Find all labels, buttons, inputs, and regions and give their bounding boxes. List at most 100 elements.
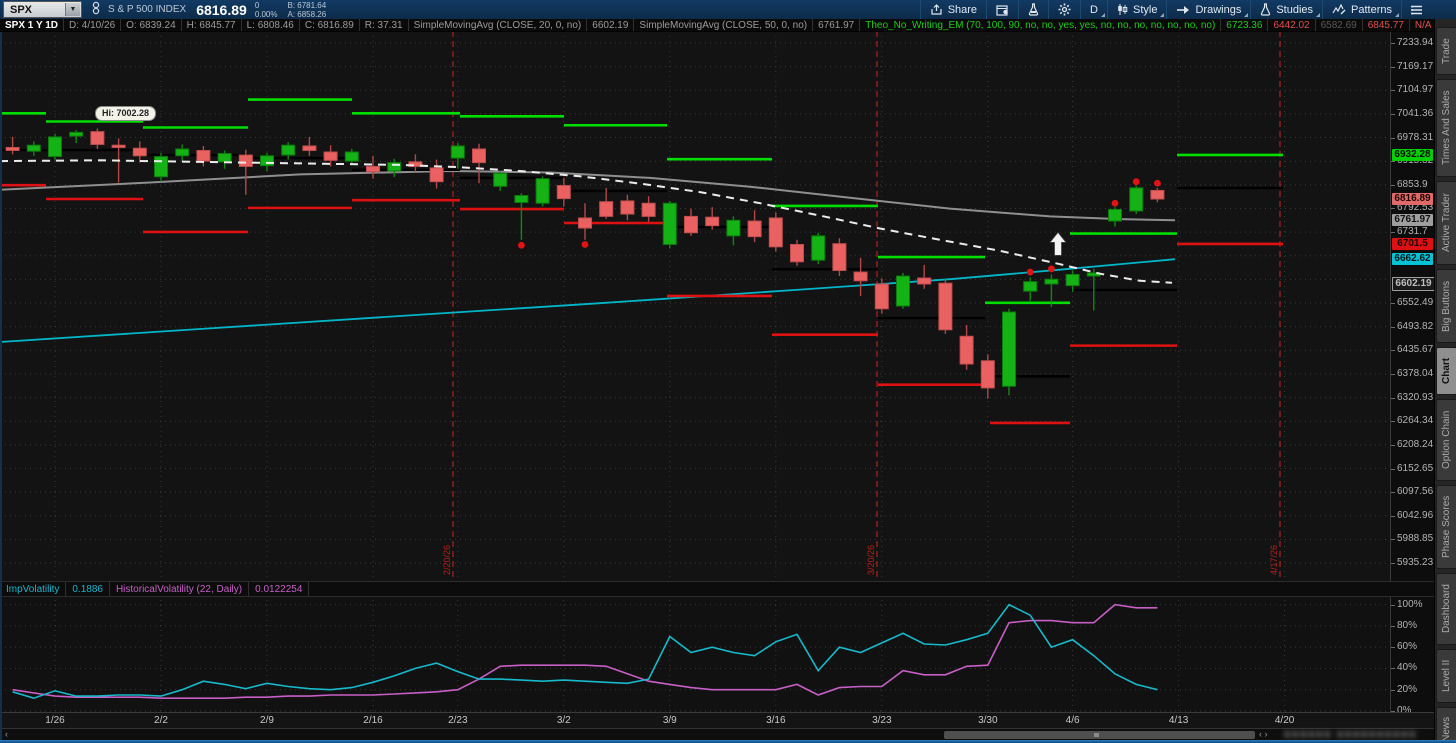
date-axis-label: 3/23: [872, 715, 892, 726]
toolbar-button-drawings[interactable]: Drawings: [1166, 0, 1250, 19]
price-axis-label: 6320.93: [1397, 391, 1434, 403]
volatility-axis-tick: [1391, 668, 1395, 670]
signal-dot: [1048, 265, 1055, 273]
candle: [450, 145, 465, 159]
price-axis-label: 6853.9: [1397, 178, 1428, 190]
volatility-axis-tick: [1391, 689, 1395, 691]
signal-dot: [1154, 179, 1161, 187]
toolbar-button-style[interactable]: Style: [1107, 0, 1166, 19]
tab-big-buttons[interactable]: Big Buttons: [1436, 269, 1456, 343]
toolbar-button-d[interactable]: D: [1080, 0, 1107, 19]
price-axis-label: 6493.82: [1397, 320, 1434, 332]
tab-option-chain[interactable]: Option Chain: [1436, 399, 1456, 481]
toolbar-button-label: Studies: [1276, 3, 1314, 16]
toolbar-button-gear-icon[interactable]: [1048, 0, 1080, 19]
candle: [641, 202, 656, 217]
price-axis-tick: [1391, 303, 1395, 305]
drawings-icon: [1176, 5, 1190, 15]
price-axis-badge: 6761.97: [1392, 214, 1433, 227]
volatility-chart[interactable]: [0, 595, 1390, 712]
candle: [323, 151, 338, 161]
candle: [896, 275, 910, 307]
toolbar-button-calendar-icon[interactable]: [986, 0, 1018, 19]
price-axis-tick: [1391, 161, 1395, 163]
volatility-axis-label: 100%: [1397, 598, 1423, 610]
price-axis-label: 7169.17: [1397, 60, 1434, 72]
study-label[interactable]: HistoricalVolatility (22, Daily): [110, 582, 250, 596]
scrollbar-grip[interactable]: [1094, 733, 1099, 737]
candle: [429, 167, 444, 183]
price-axis[interactable]: 7233.947169.177104.977041.366978.316915.…: [1390, 31, 1435, 728]
price-axis-tick: [1391, 563, 1395, 565]
tab-times-and-sales[interactable]: Times And Sales: [1436, 79, 1456, 177]
price-chart[interactable]: 2/20/26 3/20/26 4/17/26: [0, 31, 1390, 581]
date-axis[interactable]: 1/26 2/2 2/9 2/16 2/23 3/2 3/9 3/16 3/23 3/30 4/6 4…: [0, 712, 1434, 729]
header-value: D: 4/10/26: [64, 19, 122, 31]
candle: [959, 335, 974, 365]
price-axis-tick: [1391, 515, 1395, 517]
symbol-value[interactable]: SPX: [4, 4, 64, 16]
date-axis-label: 1/26: [45, 715, 65, 726]
study-label[interactable]: SimpleMovingAvg (CLOSE, 20, 0, no): [409, 19, 588, 31]
price-axis-label: 6264.34: [1397, 415, 1434, 427]
scrollbar-thumb[interactable]: [944, 731, 1255, 739]
date-axis-label: 3/9: [662, 715, 677, 726]
link-icon[interactable]: [90, 1, 102, 18]
date-axis-label: 4/6: [1065, 715, 1080, 726]
candle: [196, 149, 211, 162]
study-label[interactable]: SimpleMovingAvg (CLOSE, 50, 0, no): [634, 19, 814, 31]
volatility-axis-label: 40%: [1397, 662, 1418, 674]
study-label[interactable]: ImpVolatility: [0, 582, 67, 596]
price-axis-label: 6552.49: [1397, 297, 1434, 309]
toolbar-button-patterns[interactable]: Patterns: [1322, 0, 1401, 19]
style-icon: [1117, 3, 1128, 16]
price-axis-label: 6208.24: [1397, 438, 1434, 450]
toolbar-button-share[interactable]: Share: [919, 0, 986, 19]
top-toolbar: SPX ▼ S & P 500 INDEX 6816.89 0 0.00% B:…: [0, 0, 1456, 19]
candle: [535, 178, 550, 204]
candle: [302, 145, 317, 151]
candle: [578, 217, 592, 229]
candle: [874, 283, 889, 310]
high-annotation-label: Hi: 7002.28: [102, 108, 150, 118]
tab-chart[interactable]: Chart: [1436, 347, 1456, 395]
candle: [26, 144, 41, 152]
price-axis-label: 7233.94: [1397, 37, 1434, 48]
candle: [917, 277, 932, 285]
scroll-arrows-icon[interactable]: ‹ ›: [1259, 729, 1268, 740]
candle: [238, 154, 253, 167]
ask-value: A: 6858.26: [287, 9, 327, 19]
study-label[interactable]: Theo_No_Writing_EM (70, 100, 90, no, no,…: [860, 19, 1222, 31]
tab-trade[interactable]: Trade: [1436, 27, 1456, 75]
gadget-tab-strip: Trade Times And Sales Active Trader Big But…: [1434, 19, 1456, 743]
tab-level-ii[interactable]: Level II: [1436, 649, 1456, 703]
tab-phase-scores[interactable]: Phase Scores: [1436, 485, 1456, 569]
date-axis-label: 2/9: [260, 715, 274, 726]
header-value: H: 6845.77: [182, 19, 242, 31]
tab-dashboard[interactable]: Dashboard: [1436, 573, 1456, 645]
price-axis-badge: 6602.19: [1392, 277, 1435, 292]
symbol-dropdown-icon[interactable]: ▼: [65, 3, 80, 16]
candle: [90, 131, 105, 145]
price-axis-tick: [1391, 43, 1395, 44]
header-value: R: 37.31: [360, 19, 409, 31]
price-axis-tick: [1391, 232, 1395, 234]
date-axis-label: 4/13: [1168, 715, 1189, 726]
header-value: 6723.36: [1221, 19, 1269, 31]
study-value: 0.1886: [66, 582, 110, 596]
candle: [1150, 189, 1165, 200]
tab-live-news[interactable]: Live News: [1436, 707, 1456, 743]
toolbar-button-menu-icon[interactable]: [1401, 0, 1432, 19]
price-axis-tick: [1391, 492, 1395, 494]
toolbar-button-label: Patterns: [1351, 3, 1392, 16]
toolbar-button-studies[interactable]: Studies: [1250, 0, 1322, 19]
price-axis-tick: [1391, 539, 1395, 541]
scroll-left-edge-icon[interactable]: ‹: [5, 729, 8, 740]
toolbar-button-flask-icon[interactable]: [1018, 0, 1048, 19]
candle: [938, 282, 953, 331]
date-axis-label: 3/16: [766, 715, 786, 726]
tab-active-trader[interactable]: Active Trader: [1436, 181, 1456, 265]
date-axis-label: 2/2: [154, 715, 168, 726]
symbol-input[interactable]: SPX ▼: [3, 1, 82, 18]
candle: [69, 131, 84, 137]
